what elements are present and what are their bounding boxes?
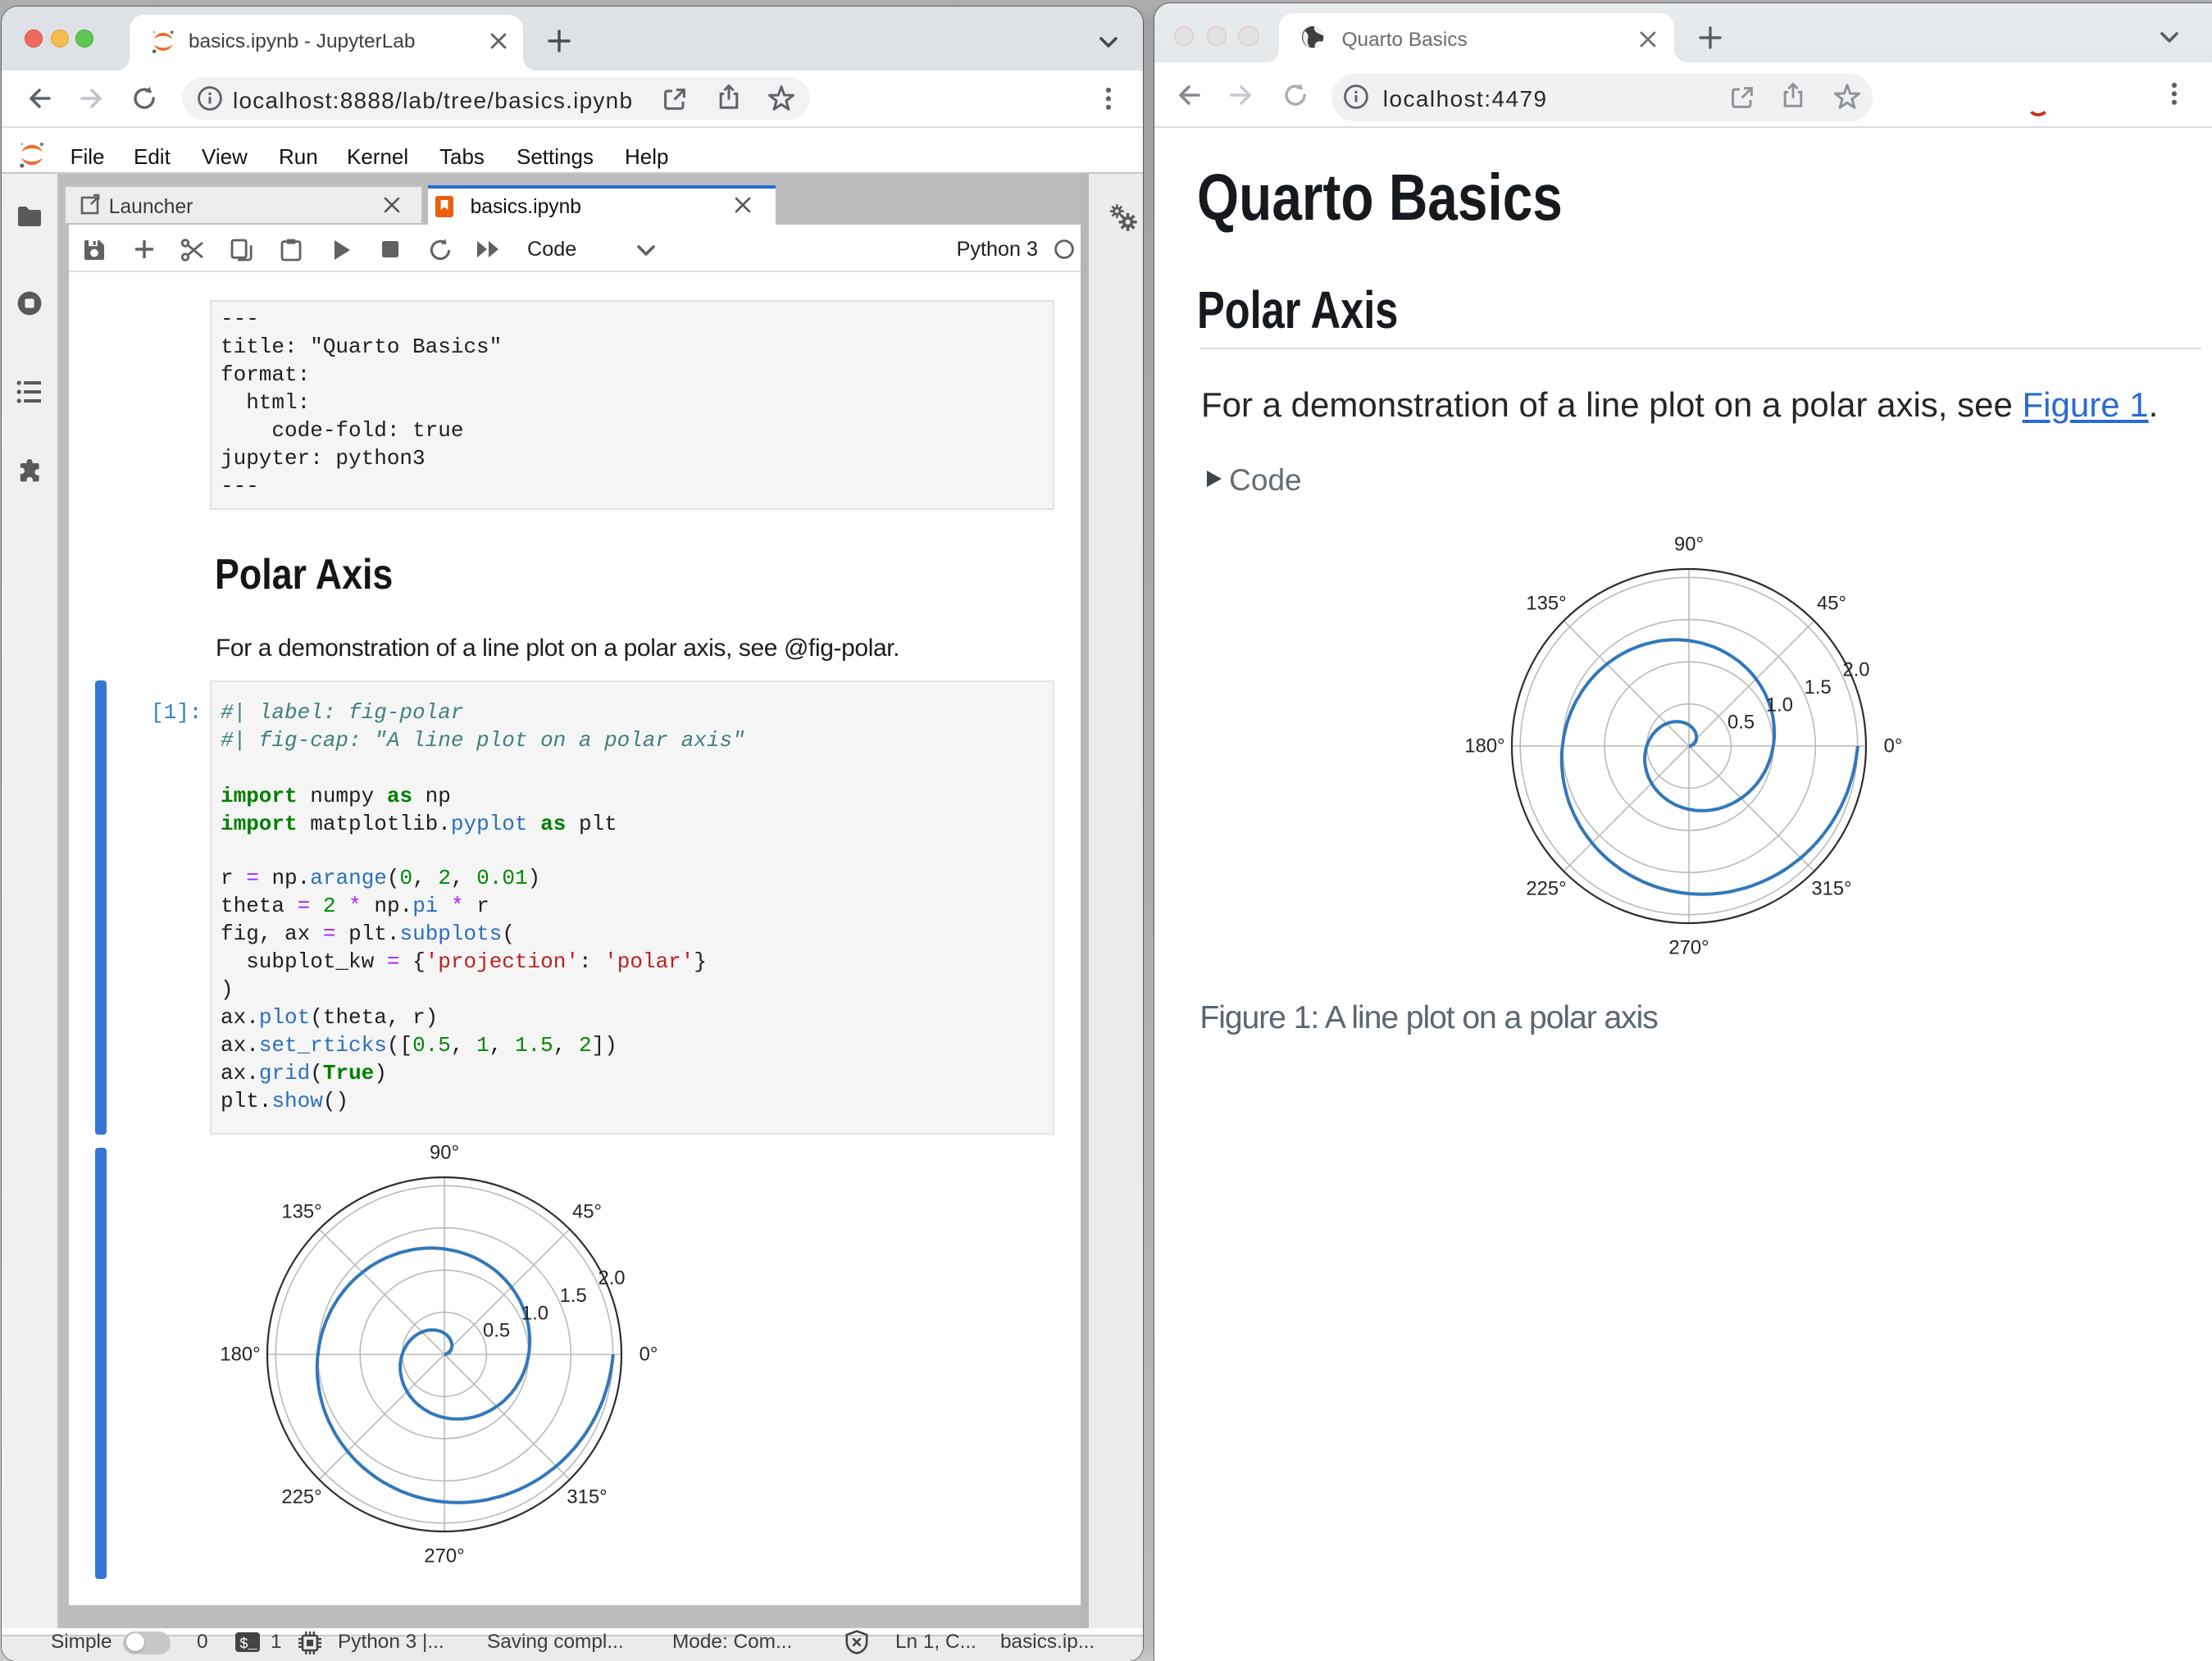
- svg-text:0.5: 0.5: [1727, 712, 1754, 734]
- svg-text:90°: 90°: [1673, 534, 1703, 556]
- svg-text:2.0: 2.0: [1842, 659, 1869, 681]
- svg-text:$_: $_: [239, 1636, 257, 1653]
- svg-text:270°: 270°: [1668, 937, 1709, 959]
- svg-text:0°: 0°: [639, 1344, 658, 1366]
- svg-text:315°: 315°: [567, 1486, 607, 1509]
- svg-text:1.0: 1.0: [1765, 694, 1792, 717]
- svg-text:45°: 45°: [1816, 593, 1846, 615]
- svg-text:180°: 180°: [1464, 735, 1504, 758]
- svg-text:225°: 225°: [281, 1486, 321, 1509]
- svg-text:180°: 180°: [220, 1344, 260, 1366]
- svg-text:1.5: 1.5: [1804, 676, 1831, 699]
- svg-text:2.0: 2.0: [598, 1267, 625, 1290]
- svg-text:270°: 270°: [424, 1545, 464, 1568]
- svg-text:0°: 0°: [1883, 735, 1902, 758]
- svg-text:90°: 90°: [430, 1142, 459, 1164]
- svg-text:135°: 135°: [281, 1201, 321, 1223]
- svg-text:315°: 315°: [1811, 878, 1851, 900]
- svg-text:0.5: 0.5: [483, 1320, 510, 1342]
- svg-text:1.0: 1.0: [521, 1303, 548, 1325]
- svg-text:45°: 45°: [572, 1201, 602, 1223]
- svg-text:225°: 225°: [1526, 878, 1566, 900]
- svg-text:135°: 135°: [1526, 593, 1566, 615]
- svg-text:1.5: 1.5: [559, 1286, 586, 1308]
